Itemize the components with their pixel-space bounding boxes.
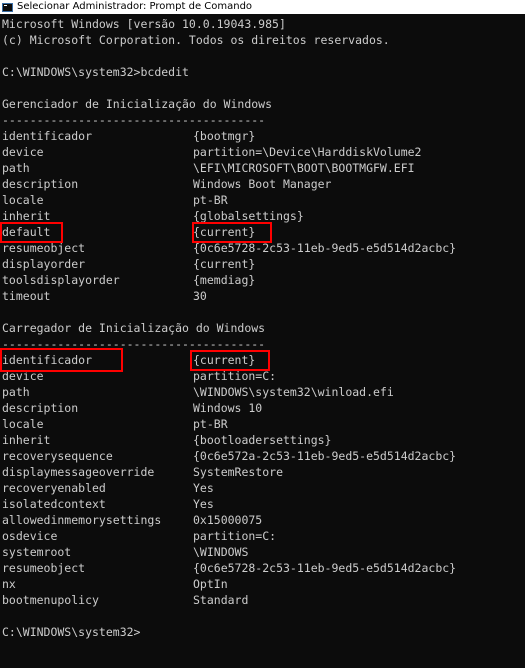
console-icon — [2, 2, 13, 12]
entry-key: osdevice — [2, 529, 58, 543]
entry-key: displaymessageoverride — [2, 465, 155, 479]
entry-value: \EFI\MICROSOFT\BOOT\BOOTMGFW.EFI — [193, 161, 415, 175]
entry-key: toolsdisplayorder — [2, 273, 120, 287]
highlight-box-default-key — [0, 222, 63, 243]
entry-value: partition=\Device\HarddiskVolume2 — [193, 145, 422, 159]
highlight-box-identificador-key — [0, 348, 123, 372]
entry-key: systemroot — [2, 545, 72, 559]
highlight-box-default-value — [192, 222, 272, 243]
section-title-boot-loader: Carregador de Inicialização do Windows — [2, 321, 266, 335]
entry-value: {bootloadersettings} — [193, 433, 332, 447]
entry-key: description — [2, 177, 79, 191]
entry-key: locale — [2, 193, 44, 207]
entry-value: {current} — [193, 257, 256, 271]
entry-value: pt-BR — [193, 193, 228, 207]
entry-value: \WINDOWS\system32\winload.efi — [193, 385, 394, 399]
entry-key: isolatedcontext — [2, 497, 106, 511]
entry-value: SystemRestore — [193, 465, 284, 479]
entry-key: recoveryenabled — [2, 481, 106, 495]
entry-key: description — [2, 401, 79, 415]
entry-value: OptIn — [193, 577, 228, 591]
entry-key: inherit — [2, 433, 51, 447]
entry-key: nx — [2, 577, 16, 591]
entry-value: {memdiag} — [193, 273, 256, 287]
entry-value: \WINDOWS — [193, 545, 249, 559]
entry-value: {bootmgr} — [193, 129, 256, 143]
entry-value: {0c6e5728-2c53-11eb-9ed5-e5d514d2acbc} — [193, 561, 457, 575]
console-header-copyright: (c) Microsoft Corporation. Todos os dire… — [2, 33, 390, 47]
entry-key: identificador — [2, 129, 93, 143]
entry-key: recoverysequence — [2, 449, 113, 463]
entry-key: resumeobject — [2, 561, 86, 575]
entry-value: 30 — [193, 289, 207, 303]
entry-value: Windows 10 — [193, 401, 263, 415]
entry-value: 0x15000075 — [193, 513, 263, 527]
section-title-boot-manager: Gerenciador de Inicialização do Windows — [2, 97, 273, 111]
entry-key: path — [2, 161, 30, 175]
entry-key: allowedinmemorysettings — [2, 513, 162, 527]
entry-value: Windows Boot Manager — [193, 177, 332, 191]
entry-key: displayorder — [2, 257, 86, 271]
entry-value: pt-BR — [193, 417, 228, 431]
entry-value: partition=C: — [193, 529, 277, 543]
command-line-bcdedit: C:\WINDOWS\system32>bcdedit — [2, 65, 189, 79]
entry-value: Yes — [193, 481, 214, 495]
console-output[interactable]: Microsoft Windows [versão 10.0.19043.985… — [0, 14, 525, 668]
title-bar[interactable]: Selecionar Administrador: Prompt de Coma… — [0, 0, 525, 14]
console-header-version: Microsoft Windows [versão 10.0.19043.985… — [2, 17, 286, 31]
entry-key: locale — [2, 417, 44, 431]
entry-key: device — [2, 145, 44, 159]
command-prompt[interactable]: C:\WINDOWS\system32> — [2, 624, 140, 640]
highlight-box-identificador-value — [190, 350, 270, 371]
entry-key: bootmenupolicy — [2, 593, 99, 607]
entry-key: path — [2, 385, 30, 399]
entry-value: {0c6e572a-2c53-11eb-9ed5-e5d514d2acbc} — [193, 449, 457, 463]
window-title: Selecionar Administrador: Prompt de Coma… — [17, 1, 253, 12]
entry-value: Standard — [193, 593, 249, 607]
entry-key: timeout — [2, 289, 51, 303]
entry-value: Yes — [193, 497, 214, 511]
section-rule: -------------------------------------- — [2, 113, 266, 127]
